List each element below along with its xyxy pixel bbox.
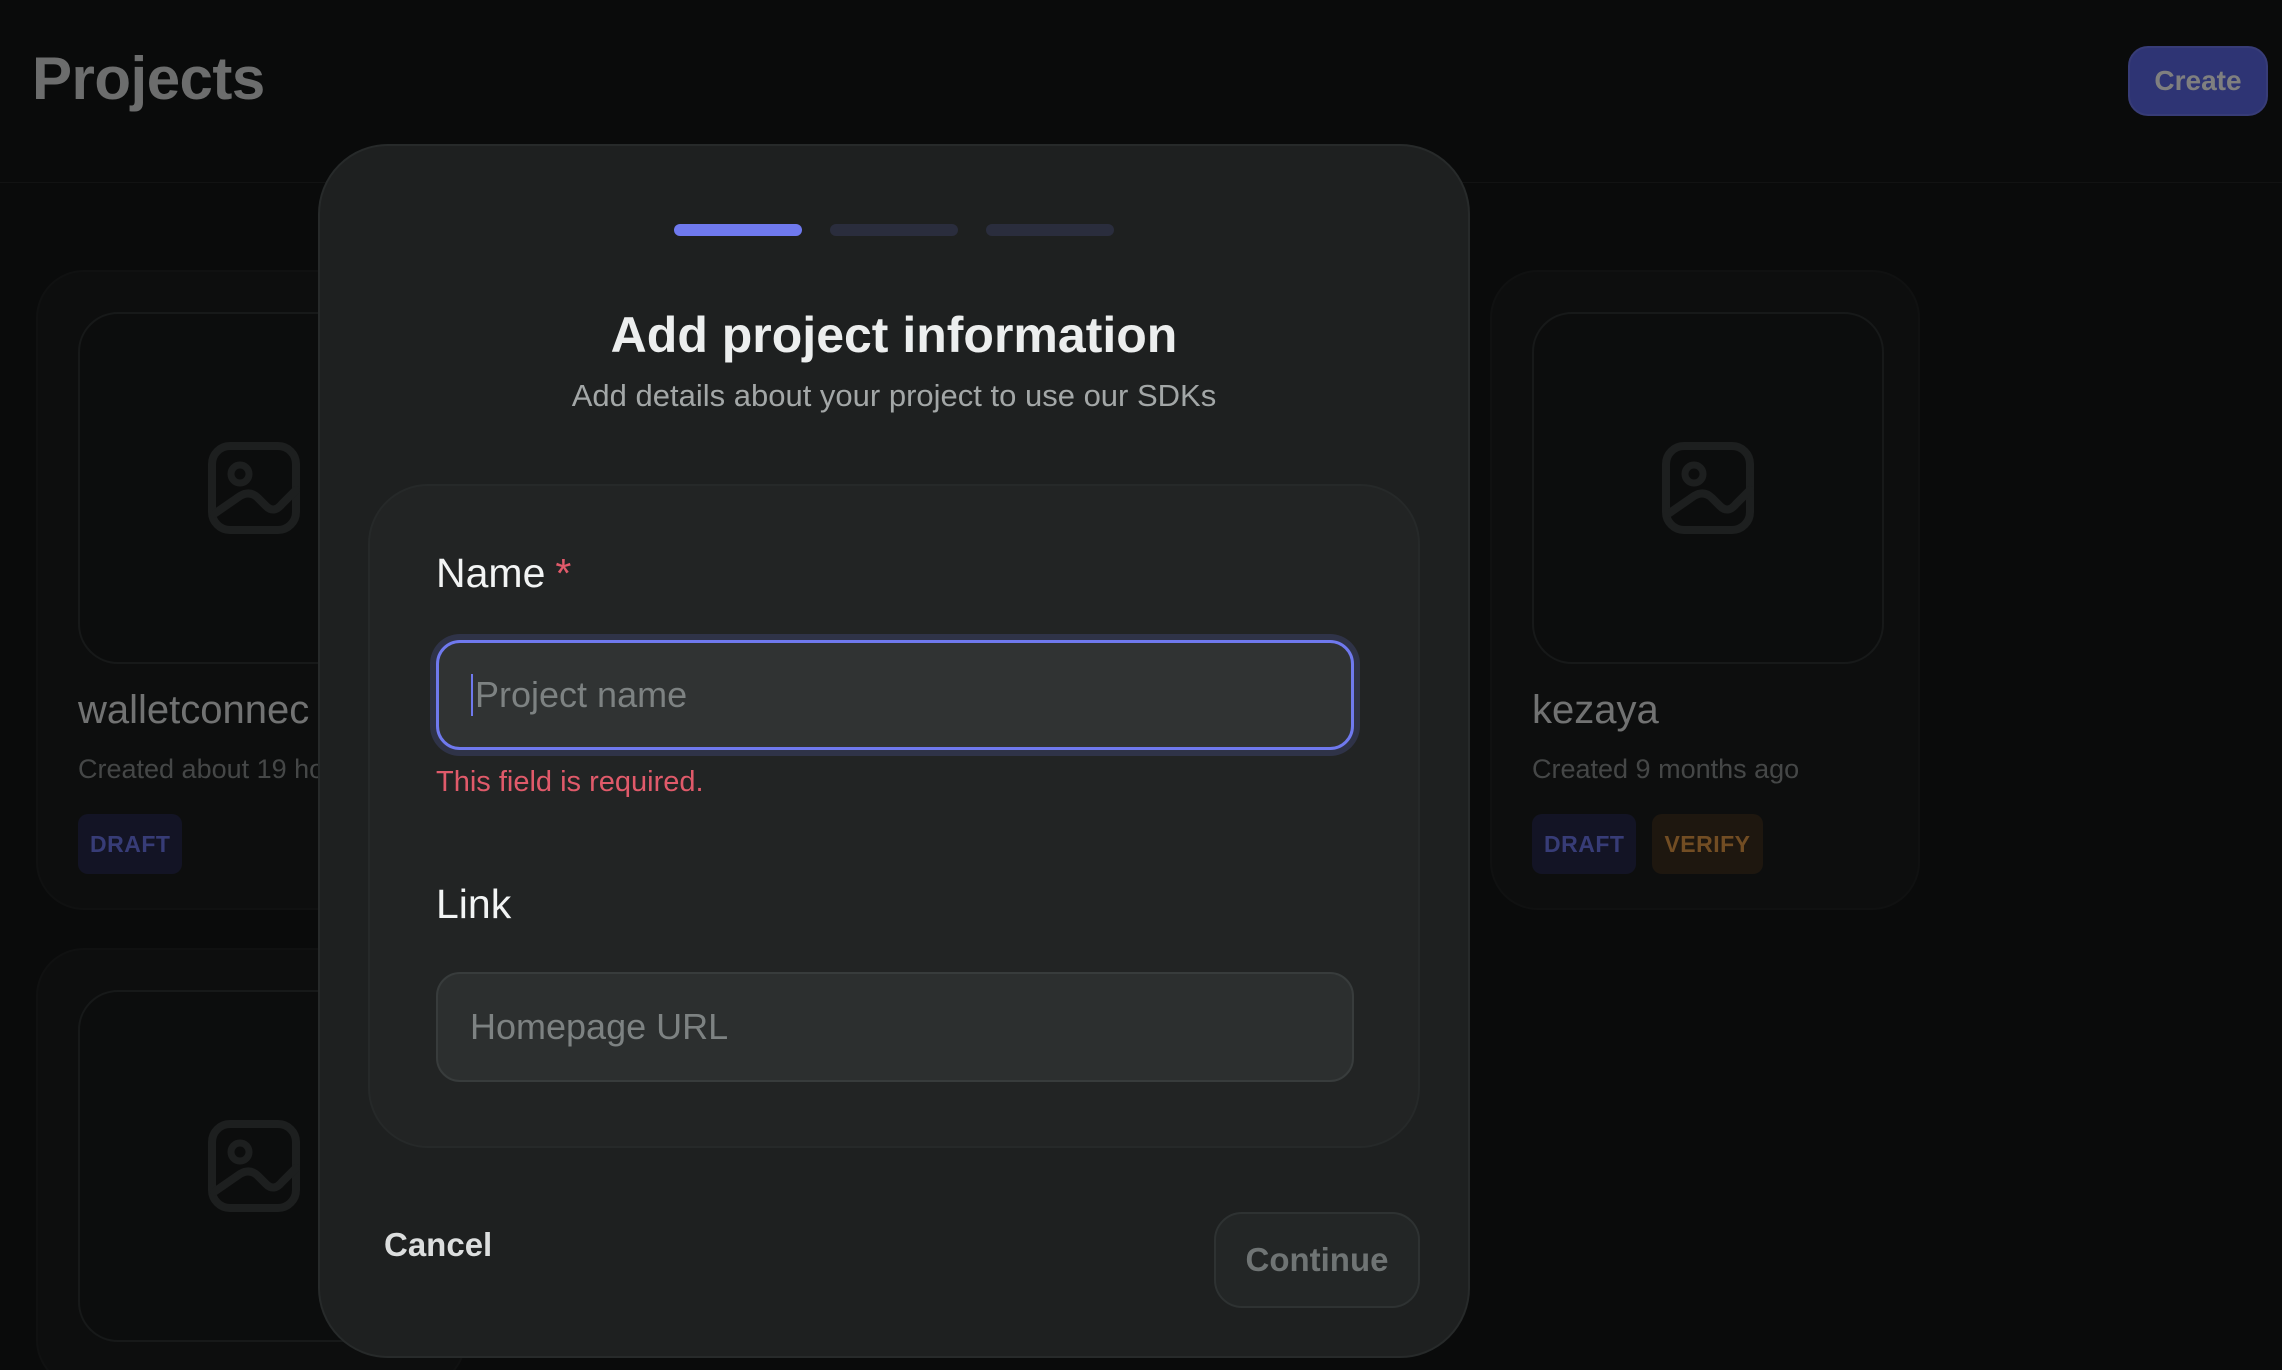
name-label-text: Name — [436, 550, 546, 596]
link-field-label: Link — [436, 881, 512, 927]
step-2-indicator — [830, 224, 958, 236]
modal-title: Add project information — [610, 307, 1178, 363]
homepage-url-placeholder: Homepage URL — [470, 1006, 729, 1047]
step-3-indicator — [986, 224, 1114, 236]
cancel-button[interactable]: Cancel — [384, 1226, 492, 1264]
modal-subtitle: Add details about your project to use ou… — [571, 378, 1217, 413]
homepage-url-input[interactable]: Homepage URL — [436, 972, 1354, 1082]
name-field-label: Name * — [436, 550, 571, 597]
projects-page: Projects Create walletconnec Created abo… — [0, 0, 2282, 1370]
name-error-message: This field is required. — [436, 766, 704, 798]
project-form: Name * Project name This field is require… — [368, 484, 1420, 1148]
step-indicator — [674, 224, 1114, 236]
required-marker: * — [555, 550, 572, 596]
step-1-indicator — [674, 224, 802, 236]
continue-button[interactable]: Continue — [1214, 1212, 1420, 1308]
text-caret — [471, 674, 473, 716]
add-project-modal: Add project information Add details abou… — [318, 144, 1470, 1358]
project-name-input[interactable]: Project name — [436, 640, 1354, 750]
project-name-placeholder: Project name — [475, 674, 688, 715]
